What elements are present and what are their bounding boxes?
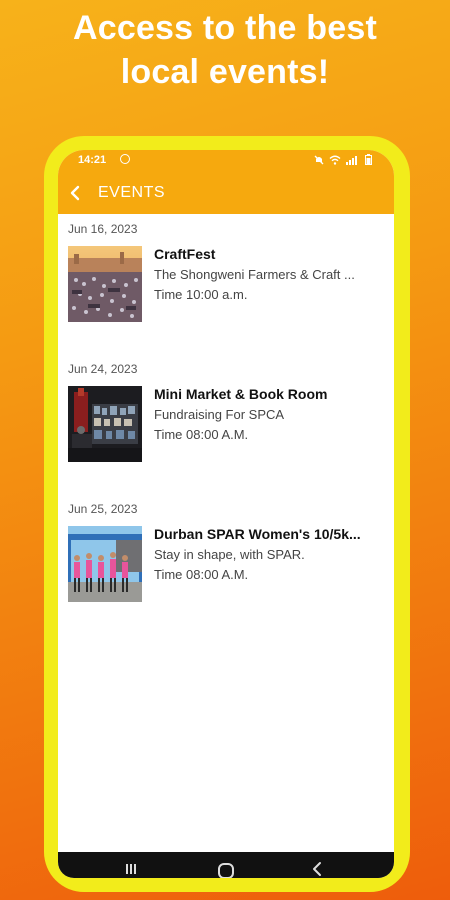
page-title: EVENTS [98, 184, 166, 201]
event-time: Time 08:00 A.M. [154, 567, 249, 582]
promo-headline-line-1: Access to the best [72, 9, 378, 47]
status-time: 14:21 [78, 154, 107, 166]
event-thumbnail [68, 526, 142, 602]
status-icons [314, 154, 372, 165]
event-title: Durban SPAR Women's 10/5k... [154, 526, 361, 542]
event-date: Jun 16, 2023 [68, 222, 138, 236]
event-date: Jun 25, 2023 [68, 502, 138, 516]
back-icon[interactable] [310, 861, 324, 877]
status-bar: 14:21 [58, 150, 394, 172]
event-subtitle: Fundraising For SPCA [154, 407, 285, 422]
wifi-icon [329, 155, 341, 165]
event-item-mini-market[interactable]: Mini Market & Book Room Fundraising For … [68, 386, 388, 462]
event-time: Time 08:00 A.M. [154, 427, 249, 442]
event-time: Time 10:00 a.m. [154, 287, 248, 302]
promo-headline: Access to the best local events! [0, 6, 450, 94]
promo-headline-line-2: local events! [120, 53, 330, 91]
event-title: Mini Market & Book Room [154, 386, 328, 402]
event-subtitle: Stay in shape, with SPAR. [154, 547, 305, 562]
home-icon[interactable] [218, 863, 234, 878]
app-bar: EVENTS [58, 172, 394, 214]
signal-icon [346, 155, 357, 165]
mute-icon [314, 155, 324, 164]
phone-screen: 14:21 EVENTS Jun 16, 2023 CraftFest The … [58, 150, 394, 878]
event-subtitle: The Shongweni Farmers & Craft ... [154, 267, 355, 282]
event-date: Jun 24, 2023 [68, 362, 138, 376]
chevron-left-icon[interactable] [66, 183, 86, 203]
battery-icon [365, 154, 372, 165]
notification-circle-icon [120, 154, 130, 164]
recents-icon[interactable] [124, 862, 138, 876]
event-item-durban-spar[interactable]: Durban SPAR Women's 10/5k... Stay in sha… [68, 526, 388, 602]
event-title: CraftFest [154, 246, 216, 262]
event-thumbnail [68, 386, 142, 462]
phone-frame: 14:21 EVENTS Jun 16, 2023 CraftFest The … [44, 136, 410, 892]
event-thumbnail [68, 246, 142, 322]
event-item-craftfest[interactable]: CraftFest The Shongweni Farmers & Craft … [68, 246, 388, 322]
system-nav-bar [58, 852, 394, 878]
